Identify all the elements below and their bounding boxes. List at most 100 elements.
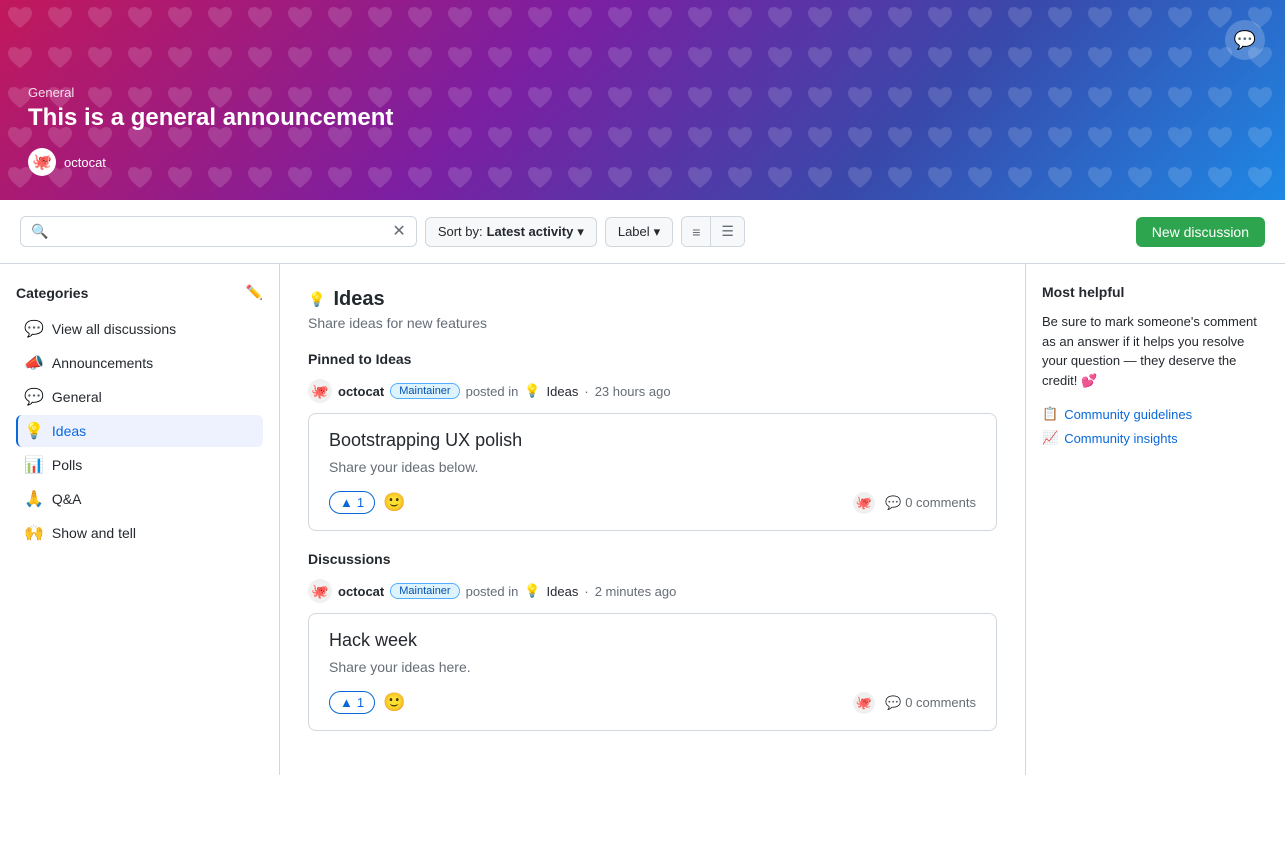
sidebar-item-qa[interactable]: 🙏 Q&A (16, 483, 263, 515)
discussion-category-name[interactable]: Ideas (547, 584, 579, 599)
guidelines-label: Community guidelines (1064, 407, 1192, 422)
banner: 💬 General This is a general announcement… (0, 0, 1285, 200)
new-discussion-button[interactable]: New discussion (1136, 217, 1265, 247)
discussion-category-icon: 💡 (524, 583, 540, 599)
sidebar-item-show-tell[interactable]: 🙌 Show and tell (16, 517, 263, 549)
discussion-card-footer: ▲ 1 🙂 🐙 💬 0 comments (329, 691, 976, 714)
sort-label: Sort by: (438, 224, 483, 239)
content: 💡 Ideas Share ideas for new features Pin… (280, 264, 1025, 775)
pinned-author-avatar: 🐙 (308, 379, 332, 403)
comment-icon: 💬 (885, 695, 901, 711)
pinned-comments-label: 0 comments (905, 495, 976, 510)
pinned-author-name[interactable]: octocat (338, 384, 384, 399)
discussion-emoji-button[interactable]: 🙂 (383, 692, 405, 713)
avatar: 🐙 (28, 148, 56, 176)
category-desc: Share ideas for new features (308, 315, 997, 331)
search-box: 🔍 category:Ideas ✕ (20, 216, 417, 247)
view-compact-button[interactable]: ☰ (711, 217, 744, 246)
label-button[interactable]: Label ▾ (605, 217, 673, 247)
upvote-count: 1 (357, 495, 364, 510)
view-list-button[interactable]: ≡ (682, 217, 711, 246)
pinned-posted-in: posted in (466, 384, 519, 399)
banner-chat-icon: 💬 (1225, 20, 1265, 60)
main-container: 🔍 category:Ideas ✕ Sort by: Latest activ… (0, 200, 1285, 848)
label-chevron-icon: ▾ (654, 224, 661, 240)
banner-username: octocat (64, 155, 106, 170)
discussion-card-body: Share your ideas here. (329, 659, 976, 675)
announcements-icon: 📣 (24, 353, 44, 373)
helpful-text: Be sure to mark someone's comment as an … (1042, 312, 1269, 390)
sidebar-item-view-all[interactable]: 💬 View all discussions (16, 313, 263, 345)
sidebar-item-label: Announcements (52, 355, 153, 371)
pinned-card-body: Share your ideas below. (329, 459, 976, 475)
show-tell-icon: 🙌 (24, 523, 44, 543)
pinned-commenter-avatar: 🐙 (853, 492, 875, 514)
discussion-comments-count: 💬 0 comments (885, 695, 976, 711)
edit-icon[interactable]: ✏️ (246, 284, 263, 301)
search-clear-icon[interactable]: ✕ (392, 224, 405, 240)
discussion-commenter-avatar: 🐙 (853, 692, 875, 714)
discussions-section-label: Discussions (308, 551, 997, 567)
community-insights-link[interactable]: 📈 Community insights (1042, 430, 1269, 446)
banner-author: 🐙 octocat (28, 148, 1257, 176)
insights-label: Community insights (1064, 431, 1177, 446)
view-all-icon: 💬 (24, 319, 44, 339)
upvote-count: 1 (357, 695, 364, 710)
pinned-meta: 🐙 octocat Maintainer posted in 💡 Ideas ·… (308, 379, 997, 403)
community-guidelines-link[interactable]: 📋 Community guidelines (1042, 406, 1269, 422)
pinned-emoji-button[interactable]: 🙂 (383, 492, 405, 513)
sidebar-item-label: Q&A (52, 491, 82, 507)
upvote-arrow-icon: ▲ (340, 495, 353, 510)
sidebar-item-announcements[interactable]: 📣 Announcements (16, 347, 263, 379)
sort-button[interactable]: Sort by: Latest activity ▾ (425, 217, 597, 247)
pinned-card-title: Bootstrapping UX polish (329, 430, 976, 451)
pinned-card-footer: ▲ 1 🙂 🐙 💬 0 comments (329, 491, 976, 514)
sidebar-item-label: View all discussions (52, 321, 176, 337)
sidebar-item-label: Ideas (52, 423, 86, 439)
insights-icon: 📈 (1042, 430, 1058, 446)
sidebar-item-general[interactable]: 💬 General (16, 381, 263, 413)
right-panel: Most helpful Be sure to mark someone's c… (1025, 264, 1285, 775)
qa-icon: 🙏 (24, 489, 44, 509)
pinned-upvote-button[interactable]: ▲ 1 (329, 491, 375, 514)
category-title: Ideas (333, 288, 384, 311)
pinned-category-icon: 💡 (524, 383, 540, 399)
pinned-time: 23 hours ago (595, 384, 671, 399)
banner-title: This is a general announcement (28, 104, 1257, 132)
sidebar-item-label: Show and tell (52, 525, 136, 541)
pinned-comments-count: 💬 0 comments (885, 495, 976, 511)
pinned-category-name[interactable]: Ideas (547, 384, 579, 399)
banner-label: General (28, 85, 1257, 100)
sort-chevron-icon: ▾ (577, 224, 584, 240)
discussion-upvote-button[interactable]: ▲ 1 (329, 691, 375, 714)
search-input[interactable]: category:Ideas (54, 224, 386, 240)
discussion-actions: ▲ 1 🙂 (329, 691, 406, 714)
discussion-maintainer-badge: Maintainer (390, 583, 459, 599)
pinned-maintainer-badge: Maintainer (390, 383, 459, 399)
pinned-section-label: Pinned to Ideas (308, 351, 997, 367)
sidebar-title: Categories (16, 285, 88, 301)
sidebar: Categories ✏️ 💬 View all discussions 📣 A… (0, 264, 280, 775)
comment-icon: 💬 (885, 495, 901, 511)
category-icon: 💡 (308, 291, 325, 308)
discussion-card[interactable]: Hack week Share your ideas here. ▲ 1 🙂 🐙… (308, 613, 997, 731)
category-header: 💡 Ideas Share ideas for new features (308, 288, 997, 331)
upvote-arrow-icon: ▲ (340, 695, 353, 710)
sidebar-item-ideas[interactable]: 💡 Ideas (16, 415, 263, 447)
discussion-meta: 🐙 octocat Maintainer posted in 💡 Ideas ·… (308, 579, 997, 603)
discussion-author-avatar: 🐙 (308, 579, 332, 603)
pinned-right: 🐙 💬 0 comments (853, 492, 976, 514)
pinned-card[interactable]: Bootstrapping UX polish Share your ideas… (308, 413, 997, 531)
guidelines-icon: 📋 (1042, 406, 1058, 422)
discussion-author-name[interactable]: octocat (338, 584, 384, 599)
sort-value: Latest activity (487, 224, 574, 239)
discussion-posted-in: posted in (466, 584, 519, 599)
pinned-actions: ▲ 1 🙂 (329, 491, 406, 514)
sidebar-item-polls[interactable]: 📊 Polls (16, 449, 263, 481)
discussion-card-title: Hack week (329, 630, 976, 651)
discussion-time: 2 minutes ago (595, 584, 677, 599)
search-icon: 🔍 (31, 223, 48, 240)
toolbar: 🔍 category:Ideas ✕ Sort by: Latest activ… (0, 200, 1285, 264)
body-layout: Categories ✏️ 💬 View all discussions 📣 A… (0, 264, 1285, 775)
label-btn-text: Label (618, 224, 650, 239)
